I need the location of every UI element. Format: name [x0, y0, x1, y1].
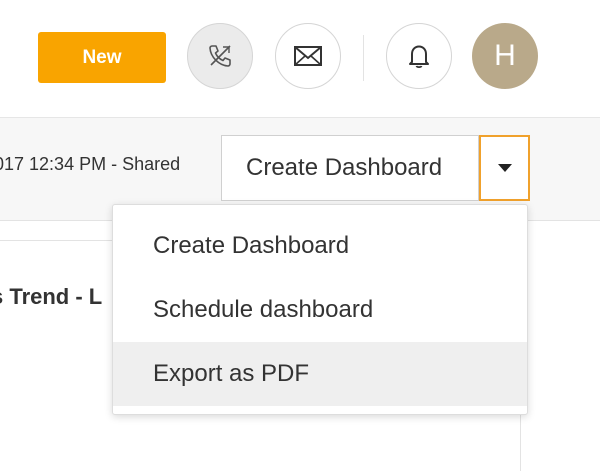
mail-icon: [294, 46, 322, 66]
shared-status-text: 017 12:34 PM - Shared: [0, 154, 181, 174]
widget-title: s Trend - L: [0, 284, 103, 309]
notifications-button[interactable]: [386, 23, 452, 89]
caret-down-icon: [497, 164, 512, 172]
user-avatar[interactable]: H: [472, 23, 538, 89]
dashboard-actions-menu: Create Dashboard Schedule dashboard Expo…: [112, 204, 528, 415]
bell-icon: [409, 45, 429, 69]
menu-item-export-pdf[interactable]: Export as PDF: [113, 342, 527, 406]
create-dashboard-button[interactable]: Create Dashboard: [221, 135, 479, 201]
top-header: New H: [0, 0, 600, 118]
menu-item-create-dashboard[interactable]: Create Dashboard: [113, 214, 527, 278]
phone-off-icon: [209, 45, 231, 67]
mail-button[interactable]: [275, 23, 341, 89]
dropdown-toggle-button[interactable]: [479, 135, 530, 201]
avatar-initial: H: [494, 39, 516, 72]
phone-button[interactable]: [187, 23, 253, 89]
header-divider: [363, 35, 364, 81]
new-button[interactable]: New: [38, 32, 166, 83]
menu-item-schedule-dashboard[interactable]: Schedule dashboard: [113, 278, 527, 342]
